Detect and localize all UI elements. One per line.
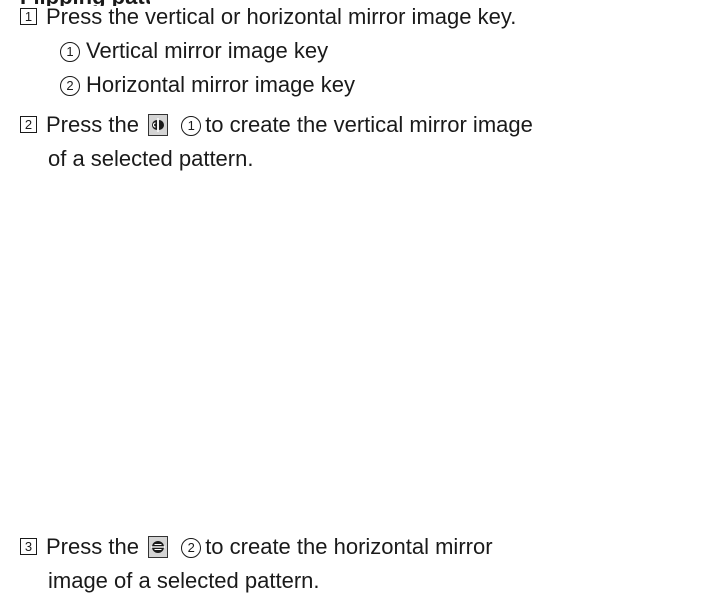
step-text-before: Press the: [46, 112, 139, 137]
vertical-mirror-key-icon: [148, 114, 169, 136]
step-number: 3: [20, 538, 37, 555]
step-text-continuation: of a selected pattern.: [48, 146, 254, 171]
step-text: Press the vertical or horizontal mirror …: [46, 4, 517, 29]
step-1: 1 Press the vertical or horizontal mirror…: [20, 2, 516, 32]
circled-number: 2: [181, 538, 202, 558]
horizontal-mirror-key-icon: [148, 536, 169, 558]
step-3-line-2: image of a selected pattern.: [48, 566, 320, 596]
step-2: 2 Press the 1 to create the vertical mirro…: [20, 110, 533, 140]
subitem-text: Horizontal mirror image key: [86, 72, 355, 97]
step-text-after: to create the horizontal mirror: [205, 534, 493, 559]
step-text-before: Press the: [46, 534, 139, 559]
step-text-after: to create the vertical mirror image: [205, 112, 533, 137]
subitem-vertical-mirror: 1 Vertical mirror image key: [60, 36, 328, 66]
circled-number: 2: [60, 76, 80, 96]
step-number: 2: [20, 116, 37, 133]
circled-number: 1: [60, 42, 80, 62]
step-2-line-2: of a selected pattern.: [48, 144, 253, 174]
step-text-continuation: image of a selected pattern.: [48, 568, 320, 593]
step-3: 3 Press the 2 to create the horizontal mir…: [20, 532, 493, 562]
subitem-text: Vertical mirror image key: [86, 38, 329, 63]
step-number: 1: [20, 8, 37, 25]
subitem-horizontal-mirror: 2 Horizontal mirror image key: [60, 70, 355, 100]
circled-number: 1: [181, 116, 202, 136]
